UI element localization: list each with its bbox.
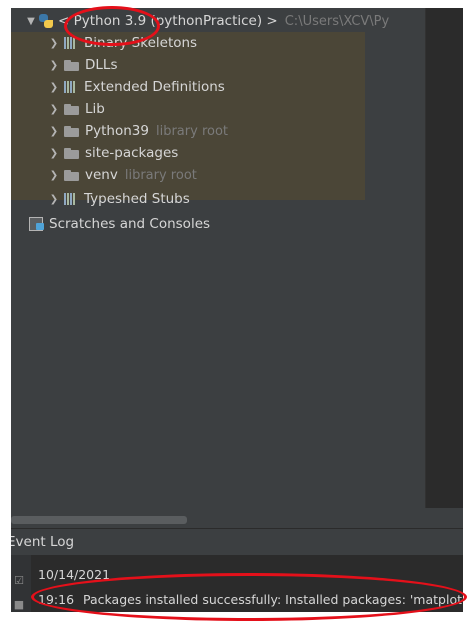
chevron-right-icon[interactable]: ❯ xyxy=(44,126,64,137)
tree-item-site-packages[interactable]: ❯ site-packages xyxy=(44,142,178,164)
tree-root-path: C:\Users\XCV\Py xyxy=(284,13,390,29)
chevron-right-icon[interactable]: ❯ xyxy=(44,194,64,205)
tree-item-label: DLLs xyxy=(85,57,118,73)
ide-window: ▼ < Python 3.9 (pythonPractice) > C:\Use… xyxy=(11,8,463,612)
event-log-header: Event Log xyxy=(11,528,463,555)
event-log-date: 10/14/2021 xyxy=(38,567,111,582)
project-tree-panel: ▼ < Python 3.9 (pythonPractice) > C:\Use… xyxy=(11,8,425,524)
folder-icon xyxy=(64,147,79,159)
mark-read-icon[interactable]: ☑ xyxy=(13,575,25,587)
tree-item-python39[interactable]: ❯ Python39 library root xyxy=(44,120,228,142)
event-log-body: ☑ ■ 10/14/2021 19:16 Packages installed s… xyxy=(11,555,463,612)
tree-item-typeshed-stubs[interactable]: ❯ Typeshed Stubs xyxy=(44,188,190,210)
library-icon xyxy=(64,81,78,93)
tree-item-venv[interactable]: ❯ venv library root xyxy=(44,164,197,186)
chevron-right-icon[interactable]: ❯ xyxy=(44,148,64,159)
python-icon xyxy=(38,13,54,29)
tree-root-python-sdk[interactable]: ▼ < Python 3.9 (pythonPractice) > C:\Use… xyxy=(11,10,425,32)
tree-item-label: site-packages xyxy=(85,145,179,161)
chevron-down-icon[interactable]: ▼ xyxy=(24,16,38,27)
library-icon xyxy=(64,193,78,205)
event-log-title[interactable]: Event Log xyxy=(11,534,74,550)
event-log-entry: 19:16 Packages installed successfully: In… xyxy=(38,592,463,607)
library-icon xyxy=(64,37,78,49)
tree-item-extended-definitions[interactable]: ❯ Extended Definitions xyxy=(44,76,225,98)
tree-item-lib[interactable]: ❯ Lib xyxy=(44,98,105,120)
horizontal-scrollbar[interactable] xyxy=(11,516,187,524)
tree-item-dlls[interactable]: ❯ DLLs xyxy=(44,54,118,76)
library-root-note: library root xyxy=(124,167,197,183)
event-log-time: 19:16 xyxy=(38,592,75,607)
folder-icon xyxy=(64,169,79,181)
tree-root-label: < Python 3.9 (pythonPractice) > xyxy=(58,13,278,29)
tree-item-scratches-and-consoles[interactable]: Scratches and Consoles xyxy=(29,213,210,235)
chevron-right-icon[interactable]: ❯ xyxy=(44,60,64,71)
event-log-message: Packages installed successfully: Install… xyxy=(83,592,463,607)
chevron-right-icon[interactable]: ❯ xyxy=(44,82,64,93)
event-log-toolbar: ☑ ■ xyxy=(11,555,31,612)
folder-icon xyxy=(64,103,79,115)
chevron-right-icon[interactable]: ❯ xyxy=(44,104,64,115)
tree-item-binary-skeletons[interactable]: ❯ Binary Skeletons xyxy=(44,32,197,54)
tree-item-label: Binary Skeletons xyxy=(84,35,198,51)
tree-item-label: Lib xyxy=(85,101,105,117)
chevron-right-icon[interactable]: ❯ xyxy=(44,38,64,49)
folder-icon xyxy=(64,59,79,71)
tree-item-label: Scratches and Consoles xyxy=(49,216,211,232)
tree-item-label: Python39 xyxy=(85,123,149,139)
tree-item-label: Typeshed Stubs xyxy=(84,191,190,207)
tree-item-label: Extended Definitions xyxy=(84,79,225,95)
chevron-right-icon[interactable]: ❯ xyxy=(44,170,64,181)
trash-icon[interactable]: ■ xyxy=(13,599,25,611)
library-root-note: library root xyxy=(155,123,229,139)
tree-item-label: venv xyxy=(85,167,118,183)
editor-gutter-strip xyxy=(425,8,463,508)
folder-icon xyxy=(64,125,79,137)
scratches-icon xyxy=(29,217,45,231)
